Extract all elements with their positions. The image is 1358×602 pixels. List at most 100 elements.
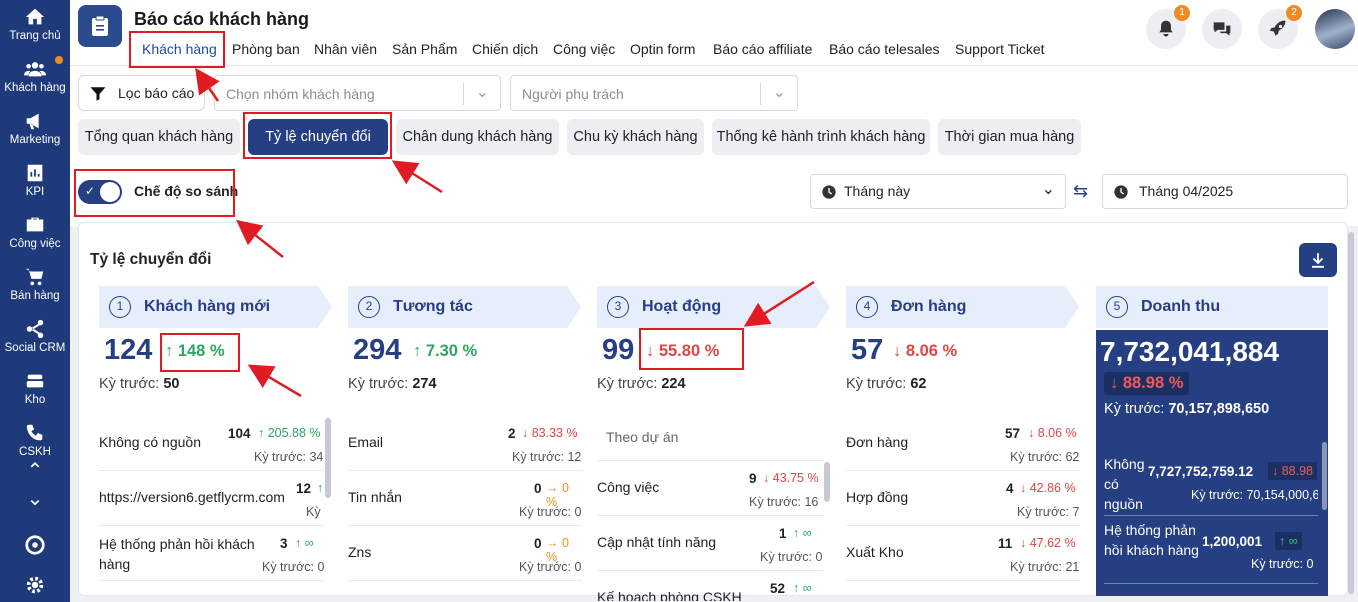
compare-period-select[interactable]: Tháng 04/2025	[1102, 174, 1348, 209]
list-item[interactable]: Zns 0 → 0 % Kỳ trước: 0	[348, 526, 582, 581]
customer-group-select[interactable]: Chọn nhóm khách hàng ⌄	[214, 75, 501, 111]
current-period-select[interactable]: Tháng này ⌄	[810, 174, 1066, 209]
chevron-down-icon: ⌄	[772, 84, 786, 101]
sidebar: Trang chủ Khách hàng Marketing KPI Công …	[0, 0, 70, 602]
highlight-box-customers-nav	[129, 31, 225, 68]
tab-customer-cycle[interactable]: Chu kỳ khách hàng	[567, 119, 704, 155]
notification-bell-button[interactable]: 1	[1146, 5, 1190, 49]
bell-icon	[1159, 20, 1173, 37]
report-clipboard-icon	[78, 5, 122, 47]
page-title: Báo cáo khách hàng	[134, 9, 310, 29]
sidebar-item-label: Khách hàng	[4, 82, 66, 94]
nav-tasks[interactable]: Công việc	[553, 41, 615, 57]
sidebar-item-tasks[interactable]: Công việc	[0, 214, 70, 250]
list-item[interactable]: Email 2 ↓ 83.33 % Kỳ trước: 12	[348, 416, 582, 471]
sidebar-scroll-down-button[interactable]: ⌄	[0, 486, 70, 511]
filter-button-label: Lọc báo cáo	[118, 85, 195, 101]
owner-placeholder: Người phụ trách	[522, 86, 624, 102]
nav-departments[interactable]: Phòng ban	[232, 41, 300, 57]
stage-revenue-header: 5 Doanh thu	[1096, 286, 1328, 328]
list-item[interactable]: Cập nhật tính năng 1 ↑ ∞ Kỳ trước: 0	[597, 516, 823, 571]
tab-customer-profile[interactable]: Chân dung khách hàng	[396, 119, 559, 155]
home-icon	[0, 6, 70, 28]
list-item[interactable]: Hệ thống phản hồi khách hàng 3 ↑ ∞ Kỳ tr…	[99, 526, 324, 581]
stage-previous: Kỳ trước: 274	[348, 376, 437, 392]
revenue-panel: 7,732,041,884 ↓ 88.98 % Kỳ trước: 70,157…	[1096, 330, 1328, 596]
list-item[interactable]: Hợp đồng 4 ↓ 42.86 % Kỳ trước: 7	[846, 471, 1080, 526]
sidebar-item-label: CSKH	[19, 446, 51, 458]
stage-previous: Kỳ trước: 62	[846, 376, 927, 392]
funnel-icon	[90, 87, 106, 101]
sidebar-item-customers[interactable]: Khách hàng	[0, 56, 70, 94]
nav-optin-form[interactable]: Optin form	[630, 41, 695, 57]
stage-value: 7,732,041,884	[1100, 336, 1280, 367]
stage-value: 124	[104, 334, 153, 366]
list-item[interactable]: Hệ thống phản hồi khách hàng 1,200,001 ↑…	[1104, 516, 1318, 584]
clock-icon	[822, 185, 836, 199]
rocket-button[interactable]: 2	[1258, 5, 1302, 49]
list-item[interactable]: Kế hoạch phòng CSKH 52 ↑ ∞	[597, 571, 823, 601]
notification-dot	[55, 56, 63, 64]
sidebar-item-home[interactable]: Trang chủ	[0, 6, 70, 42]
nav-support-ticket[interactable]: Support Ticket	[955, 41, 1045, 57]
list-item[interactable]: Không có nguồn 7,727,752,759.12 ↓ 88.98 …	[1104, 448, 1318, 516]
compare-period-value: Tháng 04/2025	[1139, 183, 1234, 199]
sidebar-scroll-up-button[interactable]: ⌃	[0, 458, 70, 483]
list-item[interactable]: Tin nhắn 0 → 0 % Kỳ trước: 0	[348, 471, 582, 526]
stage-label: Hoạt động	[642, 298, 722, 315]
owner-select[interactable]: Người phụ trách ⌄	[510, 75, 798, 111]
stage-value: 294	[353, 334, 402, 366]
sidebar-item-marketing[interactable]: Marketing	[0, 110, 70, 146]
stage-number: 3	[607, 296, 629, 318]
cart-icon	[0, 266, 70, 288]
tab-customer-journey[interactable]: Thống kê hành trình khách hàng	[712, 119, 930, 155]
rocket-count-badge: 2	[1286, 5, 1302, 21]
clock-icon	[1114, 185, 1128, 199]
stage-previous: Kỳ trước: 50	[99, 376, 180, 392]
sidebar-item-warehouse[interactable]: Kho	[0, 370, 70, 406]
list-item[interactable]: https://version6.getflycrm.com 12 ↑ Kỳ t	[99, 471, 324, 526]
list-scrollbar[interactable]	[1322, 442, 1327, 510]
support-icon[interactable]	[0, 534, 70, 558]
highlight-box-conversion-tab	[243, 112, 392, 159]
list-item[interactable]: Công việc 9 ↓ 43.75 % Kỳ trước: 16	[597, 461, 823, 516]
customer-group-placeholder: Chọn nhóm khách hàng	[226, 86, 375, 102]
top-header: Báo cáo khách hàng Khách hàng Phòng ban …	[70, 0, 1358, 66]
notification-count-badge: 1	[1174, 5, 1190, 21]
nav-affiliate-report[interactable]: Báo cáo affiliate	[713, 41, 812, 57]
filter-report-button[interactable]: Lọc báo cáo	[78, 75, 205, 111]
highlight-box-compare-mode	[74, 169, 235, 217]
download-button[interactable]	[1299, 243, 1337, 277]
highlight-box-new-customer-change	[160, 333, 240, 372]
sidebar-item-sales[interactable]: Bán hàng	[0, 266, 70, 302]
tab-customer-overview[interactable]: Tổng quan khách hàng	[78, 119, 240, 155]
nav-campaigns[interactable]: Chiến dịch	[472, 41, 538, 57]
chevron-down-icon: ⌄	[1041, 181, 1055, 198]
stage-new-customers-header: 1 Khách hàng mới	[99, 286, 332, 328]
list-item[interactable]: Xuất Kho 11 ↓ 47.62 % Kỳ trước: 21	[846, 526, 1080, 581]
stage-previous: Kỳ trước: 70,157,898,650	[1104, 401, 1270, 417]
list-scrollbar[interactable]	[824, 462, 830, 502]
page-scrollbar[interactable]	[1348, 232, 1354, 594]
nav-products[interactable]: Sản Phẩm	[392, 41, 457, 57]
swap-arrows-icon[interactable]: ⇆	[1073, 181, 1088, 202]
nav-telesales-report[interactable]: Báo cáo telesales	[829, 41, 940, 57]
sidebar-item-cskh[interactable]: CSKH	[0, 422, 70, 458]
stage-orders-header: 4 Đơn hàng	[846, 286, 1079, 328]
sidebar-item-kpi[interactable]: KPI	[0, 162, 70, 198]
sidebar-item-label: Kho	[24, 394, 46, 406]
sidebar-item-social-crm[interactable]: Social CRM	[0, 318, 70, 354]
list-item[interactable]: Đơn hàng 57 ↓ 8.06 % Kỳ trước: 62	[846, 416, 1080, 471]
tab-purchase-time[interactable]: Thời gian mua hàng	[938, 119, 1081, 155]
user-avatar[interactable]	[1315, 9, 1355, 49]
briefcase-icon	[0, 214, 70, 236]
group-by-project-label: Theo dự án	[606, 429, 679, 445]
stage-number: 5	[1106, 296, 1128, 318]
list-scrollbar[interactable]	[325, 418, 331, 498]
settings-gear-icon[interactable]	[0, 574, 70, 598]
sidebar-item-label: KPI	[25, 186, 45, 198]
stage-label: Doanh thu	[1141, 298, 1221, 315]
list-item[interactable]: Không có nguồn 104 ↑ 205.88 % Kỳ trước: …	[99, 416, 324, 471]
nav-employees[interactable]: Nhân viên	[314, 41, 377, 57]
chat-button[interactable]	[1202, 9, 1242, 49]
